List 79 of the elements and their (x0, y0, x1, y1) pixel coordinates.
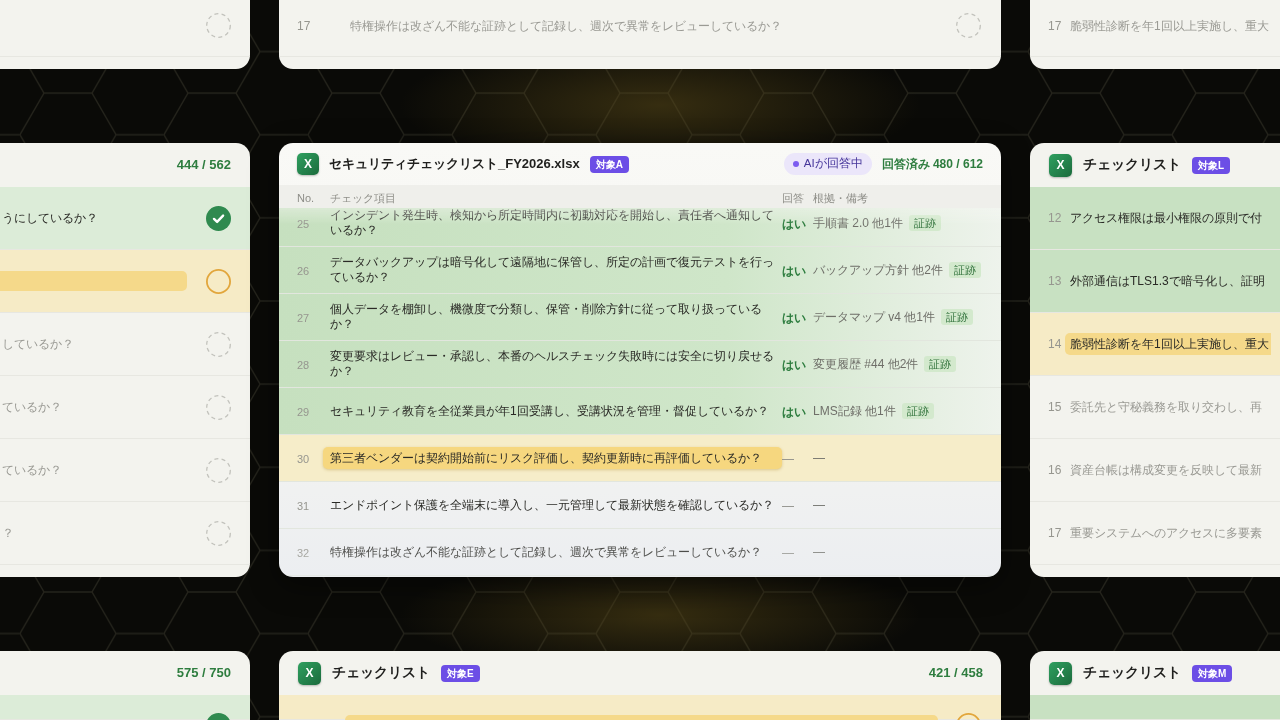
row-number: 31 (297, 500, 310, 512)
target-badge: 対象A (589, 155, 629, 173)
check-item-text: ているか？ (1, 399, 62, 415)
column-header: チェック項目 (330, 191, 396, 204)
check-item-text: セキュリティ教育を全従業員が年1回受講し、受講状況を管理・督促しているか？ (330, 403, 770, 419)
check-item-text: 重要システムへのアクセスに多要素 (1070, 525, 1262, 541)
answered-count: 444 / 562 (176, 156, 231, 175)
evidence-tag: 証跡 (901, 403, 934, 419)
row-number: 17 (1048, 17, 1062, 35)
target-badge: 対象E (441, 664, 480, 682)
ai-status-text: AIが回答中 (803, 156, 863, 172)
evidence-tag: 証跡 (909, 215, 942, 231)
row-number: 17 (297, 17, 311, 35)
evidence-tag: 証跡 (941, 309, 973, 325)
check-item-text: インシデント発生時、検知から所定時間内に初動対応を開始し、責任者へ通知しているか？ (330, 208, 775, 238)
check-item-text: 特権操作は改ざん不能な証跡として記録し、週次で異常をレビューしているか？ (330, 544, 763, 560)
check-item-text: アクセス権限は最小権限の原則で付 (1070, 210, 1262, 226)
evidence-text: 手順書 2.0 他1件 (813, 215, 904, 232)
answer-text: はい (782, 405, 806, 419)
card-title: チェックリスト (332, 663, 430, 682)
row-number: 30 (297, 453, 310, 465)
evidence-tag: 証跡 (949, 262, 981, 278)
check-item-text: 脆弱性診断を年1回以上実施し、重大 (1070, 17, 1269, 34)
check-item-text: 変更要求はレビュー・承認し、本番のヘルスチェック失敗時には安全に切り戻せるか？ (330, 349, 775, 379)
check-item-text: 資産台帳は構成変更を反映して最新 (1070, 462, 1262, 478)
check-item-text: ているか？ (1, 462, 62, 478)
evidence-text: — (813, 497, 825, 514)
row-number: 15 (1048, 399, 1062, 416)
highlighted-check-item: 脆弱性診断を年1回以上実施し、重大 (1065, 333, 1271, 355)
row-number: 13 (1048, 273, 1062, 290)
answer-text: — (782, 546, 794, 560)
card-title: チェックリスト (1083, 155, 1181, 174)
evidence-text: — (813, 544, 825, 561)
answered-count: 421 / 458 (928, 664, 983, 683)
answer-text: — (782, 452, 794, 466)
check-item-text: 個人データを棚卸し、機微度で分類し、保管・削除方針に従って取り扱っているか？ (330, 302, 763, 332)
row-number: 27 (297, 312, 310, 324)
evidence-text: — (813, 450, 825, 467)
evidence-tag: 証跡 (924, 356, 957, 372)
check-item-text: 外部通信はTLS1.3で暗号化し、証明 (1070, 273, 1265, 289)
check-item-text: うにしているか？ (1, 210, 98, 226)
row-number: 29 (297, 406, 310, 418)
spreadsheet-logo: X (1049, 153, 1072, 177)
highlighted-check-item: 第三者ベンダーは契約開始前にリスク評価し、契約更新時に再評価しているか？ (323, 447, 782, 469)
row-number: 16 (1048, 462, 1062, 479)
check-item-text: 委託先と守秘義務を取り交わし、再 (1070, 399, 1262, 415)
row-number: 32 (297, 547, 310, 559)
answer-text: はい (782, 264, 806, 278)
evidence-text: バックアップ方針 他2件 (813, 262, 943, 279)
evidence-text: LMS記録 他1件 (813, 403, 896, 420)
check-item-text: データバックアップは暗号化して遠隔地に保管し、所定の計画で復元テストを行っているか？ (330, 255, 775, 285)
answer-text: はい (782, 311, 806, 325)
check-item-text: エンドポイント保護を全端末に導入し、一元管理して最新状態を確認しているか？ (330, 497, 775, 513)
row-number: 12 (1048, 210, 1062, 227)
column-header: 根拠・備考 (813, 191, 868, 204)
card-title: チェックリスト (1083, 663, 1181, 682)
check-item-text: 特権操作は改ざん不能な証跡として記録し、週次で異常をレビューしているか？ (350, 17, 782, 34)
row-number: 17 (1048, 525, 1062, 542)
answer-text: はい (782, 358, 806, 372)
answered-count: 575 / 750 (176, 664, 231, 683)
target-badge: 対象L (1192, 156, 1231, 174)
spreadsheet-logo: X (298, 661, 321, 685)
row-number: 25 (297, 218, 310, 230)
column-header: No. (297, 191, 315, 204)
check-item-text: ？ (1, 525, 14, 541)
target-badge: 対象M (1192, 664, 1233, 682)
column-header: 回答 (782, 191, 804, 204)
evidence-text: 変更履歴 #44 他2件 (813, 356, 919, 373)
answer-text: — (782, 499, 794, 513)
file-title: セキュリティチェックリスト_FY2026.xlsx (329, 155, 580, 174)
row-number: 28 (297, 359, 310, 371)
check-item-text: しているか？ (1, 336, 74, 352)
row-number: 26 (297, 265, 310, 277)
evidence-text: データマップ v4 他1件 (813, 309, 935, 326)
spreadsheet-logo: X (297, 153, 319, 175)
row-number: 14 (1048, 336, 1062, 353)
answer-text: はい (782, 217, 806, 231)
spreadsheet-logo: X (1049, 661, 1072, 685)
answered-count: 回答済み 480 / 612 (881, 156, 983, 173)
